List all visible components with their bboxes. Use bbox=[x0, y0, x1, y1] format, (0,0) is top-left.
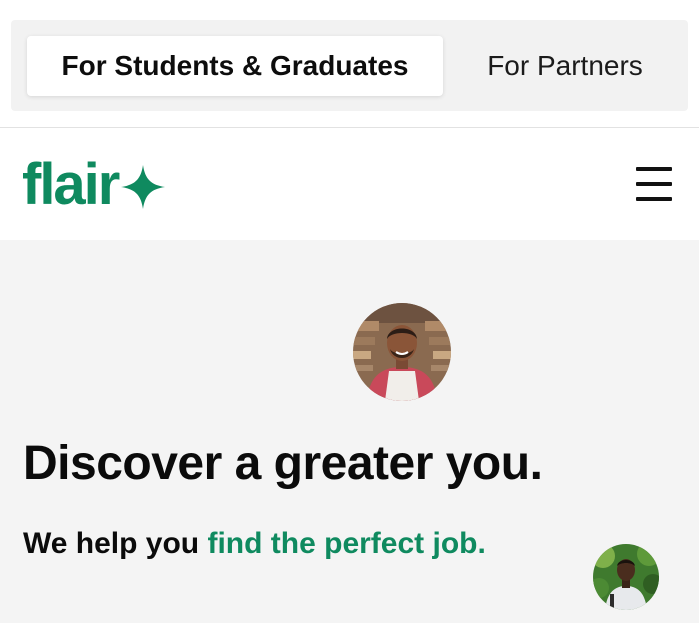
hamburger-menu-icon[interactable] bbox=[630, 165, 676, 203]
menu-line bbox=[636, 167, 672, 171]
audience-tabs: For Students & Graduates For Partners bbox=[11, 20, 688, 111]
menu-line bbox=[636, 197, 672, 201]
tab-students-graduates[interactable]: For Students & Graduates bbox=[27, 36, 443, 96]
avatar-student bbox=[593, 544, 659, 610]
subline-accent: find the perfect job. bbox=[207, 527, 486, 560]
subline-prefix: We help you bbox=[23, 527, 208, 560]
site-header: flair bbox=[0, 129, 699, 240]
avatar-student-image bbox=[593, 544, 659, 610]
hero-subline: We help you find the perfect job. bbox=[23, 527, 486, 561]
tab-partners[interactable]: For Partners bbox=[451, 36, 679, 96]
hero-headline: Discover a greater you. bbox=[23, 437, 543, 490]
sparkle-star-icon bbox=[121, 165, 166, 209]
avatar-craftsman-image bbox=[353, 303, 451, 401]
hero-section: Discover a greater you. We help you find… bbox=[0, 240, 699, 623]
avatar-craftsman bbox=[353, 303, 451, 401]
logo-wordmark: flair bbox=[22, 152, 120, 217]
audience-switcher-bar: For Students & Graduates For Partners bbox=[0, 0, 699, 128]
menu-line bbox=[636, 182, 672, 186]
flair-logo[interactable]: flair bbox=[22, 155, 167, 215]
